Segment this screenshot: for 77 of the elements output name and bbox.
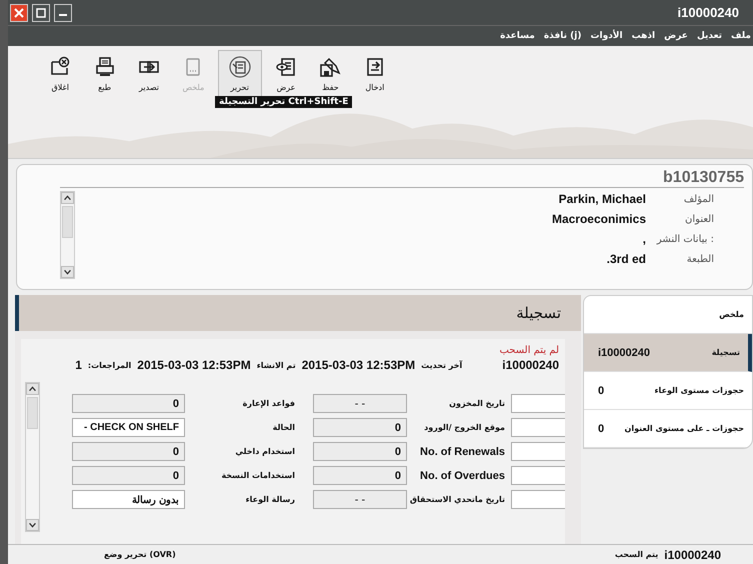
- scrollbar[interactable]: [25, 382, 40, 532]
- input-field[interactable]: بدون رسالة: [72, 490, 185, 509]
- toolbar-button[interactable]: اغلاق: [40, 50, 80, 98]
- menu-item[interactable]: تعديل: [696, 31, 722, 41]
- toolbar-button[interactable]: طبع: [84, 50, 125, 98]
- item-id: i10000240: [502, 358, 559, 372]
- input-field[interactable]: [511, 466, 565, 485]
- close-icon[interactable]: [10, 4, 28, 22]
- menu-item[interactable]: عرض: [664, 31, 688, 41]
- window-title: i10000240: [678, 5, 739, 20]
- read-only-field: - -: [313, 394, 407, 413]
- scrollbar[interactable]: [60, 191, 75, 279]
- print-icon: [94, 56, 116, 78]
- field-value: .3rd ed: [606, 252, 646, 266]
- field-label: استخدامات النسخة: [220, 471, 296, 480]
- field-label: استخدام داخلي: [234, 447, 296, 456]
- field-label: تاريخ ماتحدي الاستحقاق: [408, 495, 506, 504]
- input-field[interactable]: - CHECK ON SHELF: [72, 418, 185, 437]
- field-label: رسالة الوعاء: [244, 495, 296, 504]
- field-label: بيانات النشر :: [656, 234, 714, 244]
- input-field[interactable]: [511, 394, 565, 413]
- status-text: لم يتم السحب: [498, 345, 559, 356]
- toolbar-button[interactable]: حفظ: [310, 50, 351, 98]
- input-field[interactable]: [511, 490, 565, 509]
- scroll-down-icon[interactable]: [26, 519, 39, 531]
- toolbar-button[interactable]: تصدير: [128, 50, 170, 98]
- field-label: الطبعة: [686, 254, 714, 264]
- scroll-up-icon[interactable]: [61, 192, 74, 204]
- status-text: يتم السحب: [614, 550, 658, 559]
- read-only-field: - -: [313, 490, 407, 509]
- scroll-thumb[interactable]: [62, 206, 73, 238]
- maximize-icon[interactable]: [32, 4, 50, 22]
- revisions-count: 1: [75, 358, 82, 372]
- updated-date: 2015-03-03 12:53PM: [302, 358, 416, 372]
- menu-item[interactable]: نافذة (j): [544, 31, 582, 41]
- field-value: Parkin, Michael: [558, 192, 646, 206]
- field-label: تاريخ المخزون: [448, 399, 506, 408]
- scroll-down-icon[interactable]: [61, 266, 74, 278]
- minimize-icon[interactable]: [54, 4, 72, 22]
- updated-label: آخر تحديث: [421, 360, 462, 370]
- field-label: موقع الخروج /الورود: [423, 423, 506, 432]
- field-label: No. of Renewals: [419, 446, 506, 458]
- created-date: 2015-03-03 12:53PM: [137, 358, 251, 372]
- scroll-up-icon[interactable]: [26, 383, 39, 395]
- toolbar-button[interactable]: ادخال: [354, 50, 395, 98]
- revisions-label: :المراجعات: [88, 360, 132, 370]
- close-icon: [49, 56, 72, 78]
- input-field[interactable]: [511, 418, 565, 437]
- field-value: ,: [642, 232, 646, 246]
- field-label: No. of Overdues: [419, 470, 506, 482]
- input-field[interactable]: [511, 442, 565, 461]
- scroll-thumb[interactable]: [27, 397, 38, 429]
- tooltip: تحرير التسجيلة Ctrl+Shift-E: [215, 96, 352, 108]
- menu-item[interactable]: الأدوات: [590, 31, 623, 41]
- read-only-field: 0: [313, 466, 407, 485]
- panel-title: تسجيلة: [516, 304, 561, 322]
- read-only-field: 0: [313, 418, 407, 437]
- field-label: العنوان: [684, 214, 714, 224]
- edit-icon: [228, 56, 251, 78]
- menu-item[interactable]: مساعدة: [500, 31, 535, 41]
- menu-item[interactable]: اذهب: [632, 31, 656, 41]
- toolbar-button[interactable]: تحرير: [218, 50, 262, 98]
- menu-item[interactable]: ملف: [731, 31, 751, 41]
- read-only-field: 0: [72, 442, 185, 461]
- field-label: الحالة: [272, 423, 296, 432]
- read-only-field: 0: [313, 442, 407, 461]
- field-label: المؤلف: [682, 194, 714, 204]
- read-only-field: 0: [72, 394, 185, 413]
- field-label: فواعد الإعارة: [242, 399, 296, 408]
- read-only-field: 0: [72, 466, 185, 485]
- item-id: i10000240: [664, 548, 721, 562]
- toolbar-button[interactable]: عرض: [266, 50, 306, 98]
- created-label: تم الانشاء: [256, 360, 296, 370]
- view-icon: [275, 56, 298, 78]
- record-id: b10130755: [663, 169, 744, 187]
- edit-mode-text: تحرير وضع (OVR): [104, 550, 176, 559]
- field-value: Macroeconimics: [552, 212, 646, 226]
